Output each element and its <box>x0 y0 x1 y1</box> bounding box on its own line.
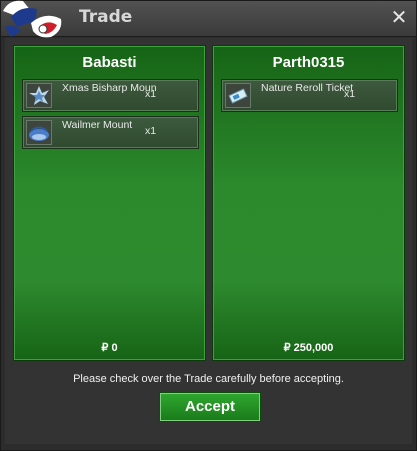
close-icon: ✕ <box>390 5 408 29</box>
accept-button[interactable]: Accept <box>159 392 261 422</box>
item-quantity: x1 <box>344 88 356 100</box>
money-amount: ₽ 250,000 <box>283 342 334 354</box>
money-amount: ₽ 0 <box>101 342 118 354</box>
title-bar[interactable]: Trade ✕ <box>1 0 416 38</box>
item-name: Wailmer Mount <box>62 119 133 131</box>
pokeball-logo-icon <box>3 0 62 38</box>
item-quantity: x1 <box>145 88 157 100</box>
wailmer-mount-icon <box>26 120 52 145</box>
trade-item[interactable]: Nature Reroll Ticket x1 <box>221 79 398 112</box>
ticket-icon <box>225 83 251 108</box>
item-quantity: x1 <box>145 125 157 137</box>
trade-window: Trade ✕ Babasti Xmas Bisharp Moun x1 Wai… <box>0 0 417 451</box>
trader-panel-parth0315: Parth0315 Nature Reroll Ticket x1 ₽ 250,… <box>212 45 405 361</box>
trader-panel-babasti: Babasti Xmas Bisharp Moun x1 Wailmer Mou… <box>13 45 206 361</box>
item-name: Nature Reroll Ticket <box>261 82 354 94</box>
trade-notice: Please check over the Trade carefully be… <box>73 373 344 385</box>
trade-item[interactable]: Wailmer Mount x1 <box>22 116 199 149</box>
bisharp-mount-icon <box>26 83 52 108</box>
trade-body: Babasti Xmas Bisharp Moun x1 Wailmer Mou… <box>5 38 412 444</box>
item-name: Xmas Bisharp Moun <box>62 82 157 94</box>
close-button[interactable]: ✕ <box>388 6 410 28</box>
window-title: Trade <box>79 7 133 27</box>
trade-item[interactable]: Xmas Bisharp Moun x1 <box>22 79 199 112</box>
trader-name: Parth0315 <box>272 54 345 71</box>
trader-name: Babasti <box>82 54 137 71</box>
